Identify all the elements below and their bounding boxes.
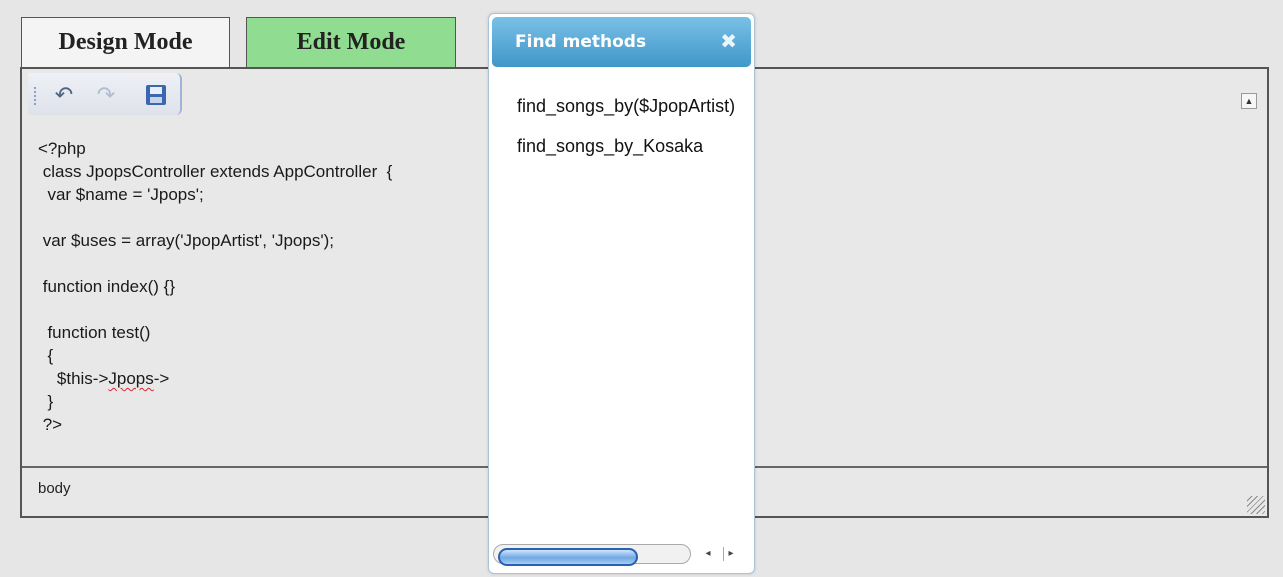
code-line: ?> xyxy=(38,415,63,434)
code-content: <?php class JpopsController extends AppC… xyxy=(38,137,392,436)
popup-header: Find methods ✖ xyxy=(492,17,751,67)
code-line: function test() xyxy=(38,323,151,342)
save-icon[interactable] xyxy=(144,83,168,107)
toolbar-grip-handle[interactable] xyxy=(34,87,36,107)
floppy-disk-icon xyxy=(146,85,166,105)
scrollbar-thumb[interactable] xyxy=(498,548,638,566)
horizontal-scrollbar[interactable]: ◂ ▸ xyxy=(493,542,750,566)
code-line: <?php xyxy=(38,139,86,158)
code-line: var $name = 'Jpops'; xyxy=(38,185,204,204)
resize-grip-icon[interactable] xyxy=(1247,496,1265,514)
code-line: $this->Jpops-> xyxy=(38,369,170,388)
close-icon[interactable]: ✖ xyxy=(720,29,737,53)
scrollbar-track[interactable] xyxy=(493,544,691,566)
popup-title: Find methods xyxy=(515,32,647,52)
code-line: { xyxy=(38,346,54,365)
scroll-right-icon[interactable]: ▸ xyxy=(723,547,738,561)
tab-design-mode[interactable]: Design Mode xyxy=(21,17,230,67)
undo-icon[interactable]: ↶ xyxy=(52,83,76,107)
toolbar-button-group: ↶ ↷ xyxy=(28,73,182,115)
tab-edit-mode[interactable]: Edit Mode xyxy=(246,17,456,67)
method-list-item[interactable]: find_songs_by_Kosaka xyxy=(517,126,754,166)
method-list-item[interactable]: find_songs_by($JpopArtist) xyxy=(517,86,754,126)
code-line: var $uses = array('JpopArtist', 'Jpops')… xyxy=(38,231,334,250)
redo-icon[interactable]: ↷ xyxy=(94,83,118,107)
code-line: } xyxy=(38,392,54,411)
element-path[interactable]: body xyxy=(38,480,71,497)
scroll-left-icon[interactable]: ◂ xyxy=(701,547,715,561)
misspelled-word: Jpops xyxy=(108,369,154,388)
scroll-up-icon[interactable]: ▲ xyxy=(1241,93,1257,109)
code-line: function index() {} xyxy=(38,277,176,296)
code-line: class JpopsController extends AppControl… xyxy=(38,162,393,181)
find-methods-popup: Find methods ✖ find_songs_by($JpopArtist… xyxy=(488,13,755,574)
